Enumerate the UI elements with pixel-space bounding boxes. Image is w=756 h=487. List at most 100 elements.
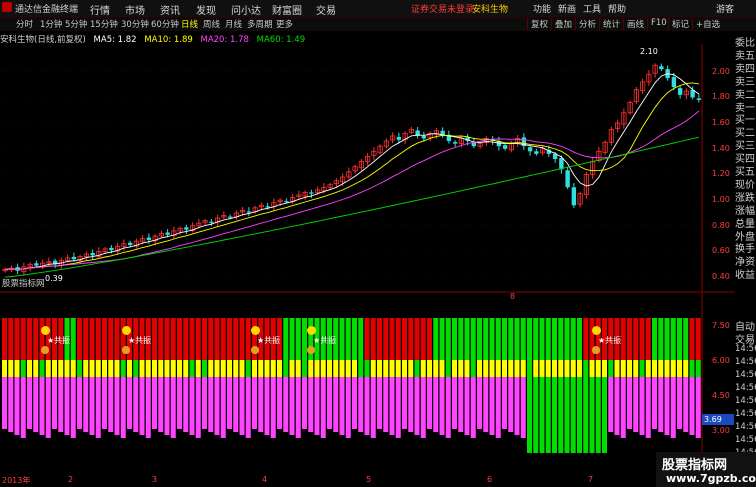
indicator-bar-mid xyxy=(514,360,520,377)
indicator-bar-bottom xyxy=(677,377,682,429)
indicator-bar-top xyxy=(164,318,170,360)
menu-ask[interactable]: 问小达 xyxy=(231,2,261,17)
menu-market[interactable]: 行情 xyxy=(90,2,110,17)
indicator-bar-bottom xyxy=(533,377,539,453)
price-tick: 0.40 xyxy=(712,272,730,282)
indicator-bar-top xyxy=(239,318,245,360)
indicator-bar-bottom xyxy=(102,377,107,429)
chart-canvas[interactable] xyxy=(0,44,735,475)
btn-analysis[interactable]: 分析 xyxy=(575,18,596,30)
quote-label: 卖二 xyxy=(735,89,755,101)
btn-f10[interactable]: F10 xyxy=(647,18,667,30)
login-alert[interactable]: 证券交易未登录 xyxy=(411,2,474,15)
indicator-bar-bottom xyxy=(539,377,545,453)
indicator-bar-top xyxy=(470,318,476,360)
indicator-bar-top xyxy=(439,318,445,360)
period-5min[interactable]: 5分钟 xyxy=(65,18,87,30)
menu-wealth[interactable]: 财富圈 xyxy=(272,2,302,17)
indicator-bar-mid xyxy=(58,360,64,377)
indicator-bar-bottom xyxy=(345,377,351,438)
indicator-bar-bottom xyxy=(383,377,389,432)
indicator-bar-mid xyxy=(683,360,689,377)
indicator-bar-top xyxy=(645,318,651,360)
indicator-bar-mid xyxy=(145,360,151,377)
indicator-chart xyxy=(0,318,702,475)
indicator-bar-top xyxy=(420,318,426,360)
indicator-bar-bottom xyxy=(295,377,301,438)
indicator-bar-bottom xyxy=(652,377,657,429)
period-multi[interactable]: 多周期 xyxy=(247,18,273,30)
indicator-bar-top xyxy=(152,318,157,360)
indicator-bar-bottom xyxy=(139,377,145,435)
indicator-bar-bottom xyxy=(327,377,332,429)
indicator-bar-bottom xyxy=(364,377,370,435)
period-daily[interactable]: 日线 xyxy=(181,18,198,30)
indicator-bar-bottom xyxy=(483,377,489,432)
indicator-bar-top xyxy=(195,318,201,360)
quote-label: 委比 xyxy=(735,38,755,49)
period-weekly[interactable]: 周线 xyxy=(203,18,220,30)
period-monthly[interactable]: 月线 xyxy=(225,18,242,30)
indicator-bar-mid xyxy=(33,360,39,377)
indicator-bar-mid xyxy=(245,360,251,377)
indicator-bar-mid xyxy=(108,360,114,377)
indicator-bar-mid xyxy=(670,360,676,377)
candle-body xyxy=(502,145,508,149)
menu-discover[interactable]: 发现 xyxy=(196,2,216,17)
indicator-bar-mid xyxy=(364,360,370,377)
candle-body xyxy=(659,66,664,70)
menu-news[interactable]: 资讯 xyxy=(160,2,180,17)
quote-label: 涨跌 xyxy=(735,192,755,204)
btn-restore-rights[interactable]: 复权 xyxy=(527,18,548,30)
candle-body xyxy=(209,221,214,223)
menu-new-paint[interactable]: 新画 xyxy=(558,2,576,15)
indicator-bar-bottom xyxy=(514,377,520,435)
period-30min[interactable]: 30分钟 xyxy=(121,18,149,30)
indicator-bar-bottom xyxy=(258,377,264,432)
indicator-bar-bottom xyxy=(120,377,126,438)
btn-mark[interactable]: 标记 xyxy=(668,18,689,30)
candle-body xyxy=(671,77,677,88)
quote-label: 总量 xyxy=(735,218,755,230)
period-more[interactable]: 更多 xyxy=(276,18,293,30)
indicator-bar-bottom xyxy=(470,377,476,438)
indicator-bar-top xyxy=(558,318,564,360)
btn-statistics[interactable]: 统计 xyxy=(599,18,620,30)
indicator-bar-mid xyxy=(164,360,170,377)
menu-help[interactable]: 帮助 xyxy=(608,2,626,15)
period-timeshare[interactable]: 分时 xyxy=(16,18,33,30)
btn-draw-line[interactable]: 画线 xyxy=(623,18,644,30)
indicator-bar-top xyxy=(408,318,414,360)
indicator-bar-top xyxy=(33,318,39,360)
period-15min[interactable]: 15分钟 xyxy=(90,18,118,30)
menu-tools[interactable]: 工具 xyxy=(583,2,601,15)
indicator-bar-top xyxy=(677,318,682,360)
indicator-bar-top xyxy=(495,318,501,360)
trade-label: 14:56 xyxy=(735,370,756,380)
indicator-bar-bottom xyxy=(408,377,414,432)
stock-name-top: 安科生物 xyxy=(472,5,509,15)
watermark-title: 股票指标网 xyxy=(662,458,728,473)
indicator-bar-bottom xyxy=(145,377,151,438)
menu-trade[interactable]: 交易 xyxy=(316,2,336,17)
btn-overlay[interactable]: 叠加 xyxy=(551,18,572,30)
candle-body xyxy=(127,242,133,246)
indicator-bar-mid xyxy=(2,360,7,377)
indicator-bar-mid xyxy=(389,360,395,377)
indicator-bar-top xyxy=(489,318,495,360)
smile-icon xyxy=(122,326,131,335)
indicator-bar-top xyxy=(533,318,539,360)
menu-exchange[interactable]: 市场 xyxy=(125,2,145,17)
indicator-bar-mid xyxy=(695,360,701,377)
btn-add-watchlist[interactable]: +自选 xyxy=(692,18,720,30)
date-label: 4 xyxy=(262,475,268,484)
candle-body xyxy=(309,192,314,194)
guest-label[interactable]: 游客 xyxy=(716,2,734,15)
menu-function[interactable]: 功能 xyxy=(533,2,551,15)
period-60min[interactable]: 60分钟 xyxy=(151,18,179,30)
indicator-bar-mid xyxy=(414,360,420,377)
price-tick: 1.80 xyxy=(712,92,730,102)
period-1min[interactable]: 1分钟 xyxy=(40,18,62,30)
indicator-bar-mid xyxy=(408,360,414,377)
indicator-bar-mid xyxy=(320,360,326,377)
